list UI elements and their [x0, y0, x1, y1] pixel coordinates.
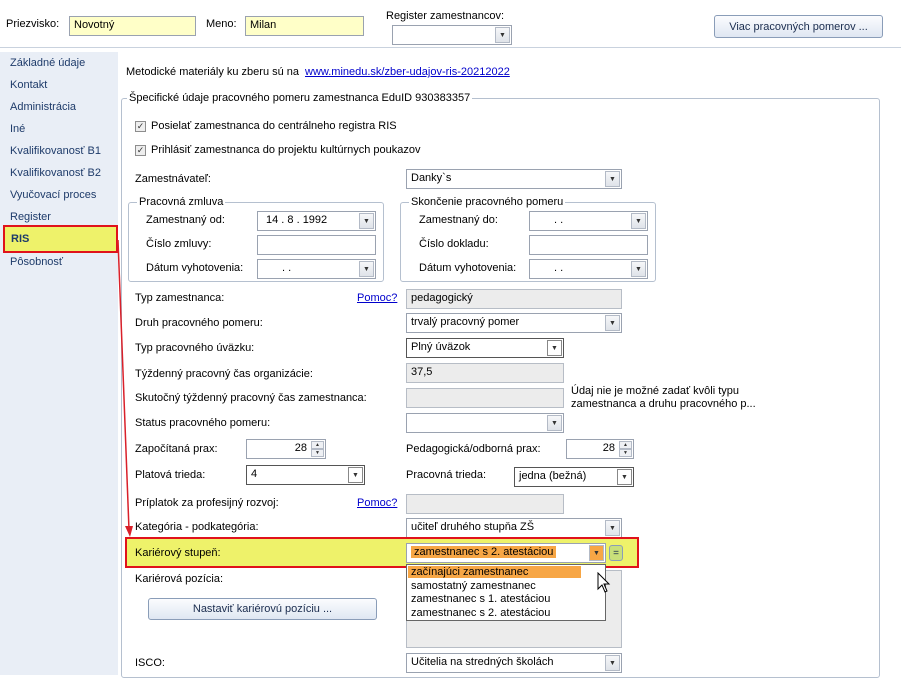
- annotation-arrow-icon: [117, 239, 133, 537]
